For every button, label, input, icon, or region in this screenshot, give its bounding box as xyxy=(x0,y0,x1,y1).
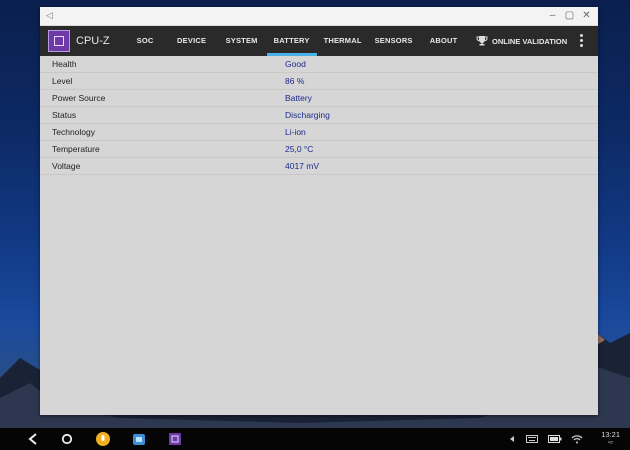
row-value: 86 % xyxy=(285,72,598,90)
battery-info-table: Health Good Level 86 % Power Source Battery St… xyxy=(40,56,598,175)
trophy-icon xyxy=(476,36,488,46)
row-key: Power Source xyxy=(40,89,285,107)
row-value: Li-ion xyxy=(285,123,598,141)
tab-system[interactable]: SYSTEM xyxy=(217,26,267,56)
close-icon[interactable]: ✕ xyxy=(579,9,594,23)
clock[interactable]: 13:21 чт xyxy=(601,430,620,448)
tab-soc[interactable]: SOC xyxy=(124,26,167,56)
online-validation-button[interactable]: ONLINE VALIDATION xyxy=(476,26,567,56)
taskbar: 13:21 чт xyxy=(0,428,630,450)
menu-arrow-icon[interactable] xyxy=(508,431,516,447)
minimize-icon[interactable]: – xyxy=(545,9,560,23)
maximize-icon[interactable]: ▢ xyxy=(562,9,577,23)
tab-about[interactable]: ABOUT xyxy=(419,26,469,56)
row-value: 4017 mV xyxy=(285,157,598,175)
mic-app-icon[interactable] xyxy=(95,431,111,447)
table-row: Status Discharging xyxy=(40,106,598,124)
wifi-icon[interactable] xyxy=(570,431,584,447)
tab-thermal[interactable]: THERMAL xyxy=(317,26,369,56)
tab-sensors[interactable]: SENSORS xyxy=(369,26,419,56)
row-key: Level xyxy=(40,72,285,90)
back-icon[interactable] xyxy=(26,431,40,447)
app-toolbar: CPU-Z SOC DEVICE SYSTEM BATTERY THERMAL … xyxy=(40,26,598,56)
table-row: Power Source Battery xyxy=(40,89,598,107)
window-titlebar: ◁ – ▢ ✕ xyxy=(40,7,598,26)
row-key: Temperature xyxy=(40,140,285,158)
row-key: Technology xyxy=(40,123,285,141)
battery-icon[interactable] xyxy=(547,431,563,447)
keyboard-icon[interactable] xyxy=(525,431,539,447)
table-row: Temperature 25,0 °C xyxy=(40,140,598,158)
table-row: Level 86 % xyxy=(40,72,598,90)
app-window: ◁ – ▢ ✕ CPU-Z SOC DEVICE SYSTEM BATTERY … xyxy=(40,7,598,415)
row-key: Health xyxy=(40,56,285,73)
overflow-menu-icon[interactable] xyxy=(580,34,584,49)
row-value: 25,0 °C xyxy=(285,140,598,158)
store-app-icon[interactable] xyxy=(131,431,147,447)
online-validation-label: ONLINE VALIDATION xyxy=(492,36,568,46)
clock-day: чт xyxy=(607,440,614,446)
row-value: Battery xyxy=(285,89,598,107)
row-key: Voltage xyxy=(40,157,285,175)
cpuz-logo-icon xyxy=(48,30,70,52)
clock-time: 13:21 xyxy=(601,430,620,439)
tab-device[interactable]: DEVICE xyxy=(167,26,217,56)
titlebar-back-icon[interactable]: ◁ xyxy=(46,10,53,21)
row-key: Status xyxy=(40,106,285,124)
table-row: Technology Li-ion xyxy=(40,123,598,141)
row-value: Good xyxy=(285,56,598,73)
tab-battery[interactable]: BATTERY xyxy=(266,26,317,56)
row-value: Discharging xyxy=(285,106,598,124)
table-row: Health Good xyxy=(40,56,598,73)
home-icon[interactable] xyxy=(60,431,74,447)
app-name: CPU-Z xyxy=(76,35,110,47)
table-row: Voltage 4017 mV xyxy=(40,157,598,175)
cpuz-app-icon[interactable] xyxy=(167,431,183,447)
